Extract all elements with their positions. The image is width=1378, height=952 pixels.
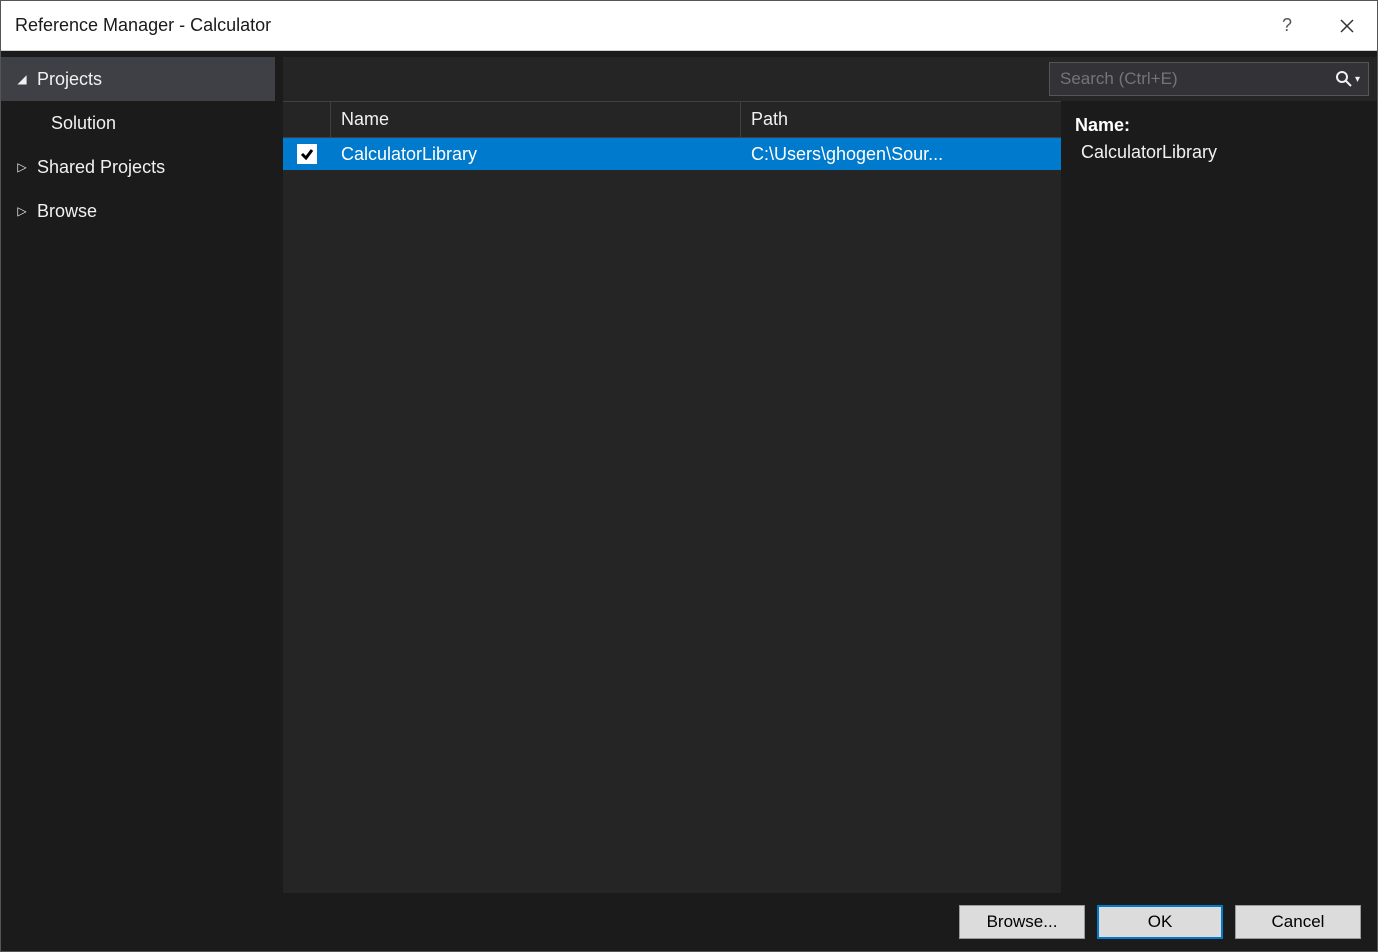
column-header-name[interactable]: Name [331,102,741,137]
search-input[interactable] [1058,68,1336,90]
main-body: Name Path CalculatorLibrary C:\Users\gho… [283,101,1377,893]
sidebar-item-label: Projects [37,69,102,90]
sidebar-subitem-label: Solution [51,113,116,134]
help-button[interactable]: ? [1257,1,1317,51]
footer: Browse... OK Cancel [1,893,1377,951]
sidebar: ◢ Projects Solution ▷ Shared Projects ▷ … [1,51,275,893]
row-name: CalculatorLibrary [331,144,741,165]
cancel-button[interactable]: Cancel [1235,905,1361,939]
column-header-path[interactable]: Path [741,102,1061,137]
search-icon[interactable]: ▾ [1336,71,1360,87]
main-pane: ▾ Name Path CalculatorLibrary [283,57,1377,893]
details-name-value: CalculatorLibrary [1075,142,1363,163]
sidebar-item-browse[interactable]: ▷ Browse [1,189,275,233]
row-checkbox[interactable] [297,144,317,164]
search-box[interactable]: ▾ [1049,62,1369,96]
sidebar-item-label: Shared Projects [37,157,165,178]
details-pane: Name: CalculatorLibrary [1061,101,1377,893]
main-header: ▾ [283,57,1377,101]
expander-expanded-icon: ◢ [15,72,29,86]
details-name-label: Name: [1075,115,1363,136]
expander-collapsed-icon: ▷ [15,204,29,218]
row-check-cell [283,144,331,164]
browse-button[interactable]: Browse... [959,905,1085,939]
close-button[interactable] [1317,1,1377,51]
ok-button[interactable]: OK [1097,905,1223,939]
column-check [283,102,331,137]
content-area: ◢ Projects Solution ▷ Shared Projects ▷ … [1,51,1377,893]
window-title: Reference Manager - Calculator [15,15,1257,36]
sidebar-subitem-solution[interactable]: Solution [1,101,275,145]
sidebar-item-label: Browse [37,201,97,222]
checkmark-icon [300,147,314,161]
titlebar: Reference Manager - Calculator ? [1,1,1377,51]
help-icon: ? [1282,15,1292,36]
table-row[interactable]: CalculatorLibrary C:\Users\ghogen\Sour..… [283,138,1061,170]
chevron-down-icon: ▾ [1355,74,1360,85]
row-path: C:\Users\ghogen\Sour... [741,144,1061,165]
close-icon [1340,19,1354,33]
expander-collapsed-icon: ▷ [15,160,29,174]
sidebar-item-shared-projects[interactable]: ▷ Shared Projects [1,145,275,189]
column-headers: Name Path [283,102,1061,138]
sidebar-item-projects[interactable]: ◢ Projects [1,57,275,101]
reference-table: Name Path CalculatorLibrary C:\Users\gho… [283,101,1061,893]
